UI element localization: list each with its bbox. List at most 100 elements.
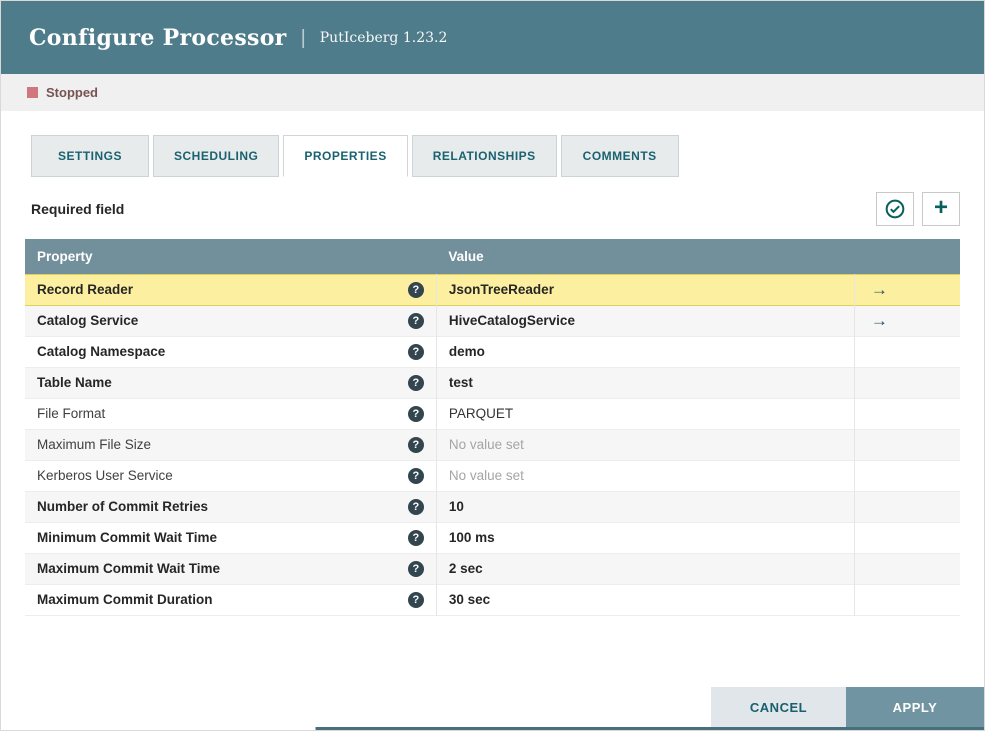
go-to-service-arrow-icon[interactable]: → [871, 311, 888, 330]
tab-settings[interactable]: SETTINGS [31, 135, 149, 177]
plus-icon: + [933, 194, 948, 221]
status-label: Stopped [46, 85, 98, 100]
property-value[interactable]: 30 sec [435, 584, 855, 615]
property-cell: Catalog Service? [25, 305, 436, 336]
property-name: Record Reader [37, 282, 134, 297]
link-cell [853, 367, 960, 398]
column-header-value: Value [436, 239, 855, 274]
table-row: Number of Commit Retries? 10 [25, 491, 960, 522]
dialog-title: Configure Processor [29, 24, 287, 51]
question-circle-icon[interactable]: ? [407, 560, 424, 577]
property-name: Maximum Commit Wait Time [37, 561, 221, 576]
toolbar-buttons: + [876, 192, 960, 226]
property-value[interactable]: PARQUET [435, 398, 855, 429]
table-row: Maximum Commit Wait Time? 2 sec [25, 553, 960, 584]
tab-relationships[interactable]: RELATIONSHIPS [411, 135, 557, 177]
property-value[interactable]: 2 sec [435, 553, 855, 584]
question-circle-icon[interactable]: ? [407, 436, 424, 453]
table-header-row: Property Value [25, 239, 960, 274]
property-name: Number of Commit Retries [37, 499, 209, 514]
property-cell: Maximum File Size? [25, 429, 436, 460]
link-cell: → [853, 305, 960, 336]
property-cell: Table Name? [25, 367, 436, 398]
property-cell: Minimum Commit Wait Time? [25, 522, 436, 553]
tab-bar: SETTINGS SCHEDULING PROPERTIES RELATIONSHIP… [31, 135, 960, 177]
column-header-link [854, 239, 960, 274]
link-cell [853, 429, 960, 460]
column-header-property: Property [25, 239, 437, 274]
tab-comments[interactable]: COMMENTS [560, 135, 679, 177]
processor-name-version: PutIceberg 1.23.2 [319, 29, 448, 46]
question-circle-icon[interactable]: ? [407, 405, 424, 422]
link-cell [853, 336, 960, 367]
table-row: Kerberos User Service? No value set [25, 460, 960, 491]
go-to-service-arrow-icon[interactable]: → [871, 280, 888, 299]
link-cell [853, 553, 960, 584]
property-name: File Format [37, 406, 106, 421]
link-cell [853, 491, 960, 522]
property-name: Minimum Commit Wait Time [37, 530, 218, 545]
dialog-header: Configure Processor | PutIceberg 1.23.2 [1, 1, 984, 74]
property-value[interactable]: JsonTreeReader [435, 274, 855, 305]
property-value[interactable]: test [435, 367, 855, 398]
table-row: Catalog Namespace? demo [25, 336, 960, 367]
link-cell [853, 584, 960, 615]
table-row: Maximum File Size? No value set [25, 429, 960, 460]
add-property-button[interactable]: + [922, 192, 960, 226]
table-row: File Format? PARQUET [25, 398, 960, 429]
link-cell [853, 522, 960, 553]
table-row: Catalog Service? HiveCatalogService → [25, 305, 960, 336]
property-cell: Record Reader? [25, 274, 436, 305]
property-value[interactable]: demo [435, 336, 855, 367]
question-circle-icon[interactable]: ? [407, 498, 424, 515]
question-circle-icon[interactable]: ? [407, 343, 424, 360]
property-value[interactable]: 10 [435, 491, 855, 522]
dialog-footer: CANCEL APPLY [711, 687, 984, 727]
dialog-bottom-edge [1, 727, 984, 730]
property-name: Maximum File Size [37, 437, 152, 452]
cancel-button[interactable]: CANCEL [711, 687, 846, 727]
property-value[interactable]: No value set [435, 460, 855, 491]
configure-processor-dialog: Configure Processor | PutIceberg 1.23.2 … [0, 0, 985, 731]
table-row: Record Reader? JsonTreeReader → [25, 274, 960, 305]
property-name: Maximum Commit Duration [37, 592, 213, 607]
verify-properties-button[interactable] [876, 192, 914, 226]
table-row: Minimum Commit Wait Time? 100 ms [25, 522, 960, 553]
stopped-square-icon [27, 87, 38, 98]
property-cell: Maximum Commit Wait Time? [25, 553, 436, 584]
properties-table-body: Record Reader? JsonTreeReader → Catalog Ser… [25, 274, 960, 615]
property-value[interactable]: No value set [435, 429, 855, 460]
tab-properties[interactable]: PROPERTIES [283, 135, 408, 177]
tab-scheduling[interactable]: SCHEDULING [153, 135, 280, 177]
link-cell: → [853, 274, 960, 305]
property-cell: Maximum Commit Duration? [25, 584, 436, 615]
property-value[interactable]: HiveCatalogService [435, 305, 855, 336]
status-bar: Stopped [1, 74, 984, 111]
table-row: Maximum Commit Duration? 30 sec [25, 584, 960, 615]
question-circle-icon[interactable]: ? [407, 529, 424, 546]
table-row: Table Name? test [25, 367, 960, 398]
property-name: Catalog Namespace [37, 344, 166, 359]
properties-table: Property Value Record Reader? JsonTreeRea… [25, 239, 960, 616]
checkmark-circle-icon [885, 199, 905, 219]
property-cell: Number of Commit Retries? [25, 491, 436, 522]
property-name: Table Name [37, 375, 112, 390]
property-name: Catalog Service [37, 313, 139, 328]
link-cell [853, 460, 960, 491]
link-cell [853, 398, 960, 429]
property-name: Kerberos User Service [37, 468, 173, 483]
question-circle-icon[interactable]: ? [407, 281, 424, 298]
question-circle-icon[interactable]: ? [407, 591, 424, 608]
properties-panel: SETTINGS SCHEDULING PROPERTIES RELATIONSHIP… [1, 111, 984, 730]
property-cell: Kerberos User Service? [25, 460, 436, 491]
question-circle-icon[interactable]: ? [407, 312, 424, 329]
question-circle-icon[interactable]: ? [407, 374, 424, 391]
question-circle-icon[interactable]: ? [407, 467, 424, 484]
apply-button[interactable]: APPLY [846, 687, 984, 727]
property-cell: Catalog Namespace? [25, 336, 436, 367]
title-separator: | [300, 27, 306, 49]
property-value[interactable]: 100 ms [435, 522, 855, 553]
required-field-label: Required field [31, 201, 125, 217]
properties-toolbar: Required field + [25, 191, 960, 227]
property-cell: File Format? [25, 398, 436, 429]
